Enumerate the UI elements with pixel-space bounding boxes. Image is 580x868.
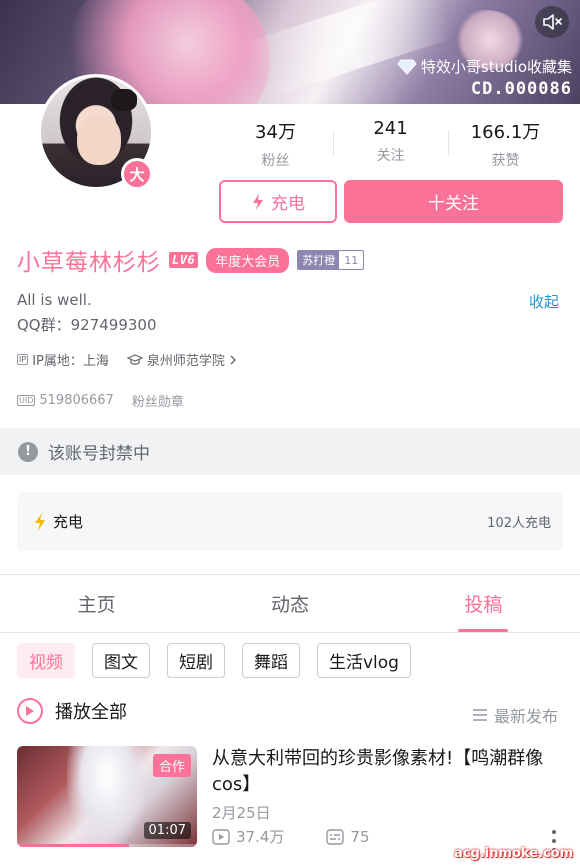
chip-article[interactable]: 图文 [92, 643, 150, 678]
lightning-icon [253, 193, 263, 210]
site-watermark: acg.inmoke.com [454, 846, 574, 861]
charge-card[interactable]: 充电 102人充电 [17, 492, 563, 551]
tab-uploads[interactable]: 投稿 [387, 575, 580, 632]
video-thumbnail[interactable]: 合作 01:07 [17, 746, 197, 847]
fan-medal[interactable]: 苏打橙 11 [297, 250, 365, 270]
uid-icon: UID [17, 395, 36, 406]
ip-icon: IP [17, 354, 29, 365]
divider [0, 632, 580, 633]
name-row: 小草莓林杉杉 LV6 年度大会员 苏打橙 11 [17, 244, 365, 276]
more-dot [552, 839, 556, 843]
lightning-icon [35, 512, 45, 531]
avatar-badge: 大 [121, 158, 153, 190]
chip-video[interactable]: 视频 [17, 643, 75, 678]
speaker-muted-icon [543, 14, 562, 30]
collection-serial: CD.000086 [470, 79, 572, 99]
charge-button-label: 充电 [271, 194, 305, 214]
level-badge: LV6 [169, 252, 199, 268]
username: 小草莓林杉杉 [17, 250, 161, 276]
collab-badge: 合作 [152, 754, 191, 777]
stat-number: 241 [373, 118, 408, 139]
profile-stats: 34万 粉丝 241 关注 166.1万 获赞 [218, 118, 563, 174]
tab-home[interactable]: 主页 [0, 575, 193, 632]
more-dot [552, 830, 556, 834]
medal-level: 11 [339, 253, 364, 267]
content-filter-chips: 视频 图文 短剧 舞蹈 生活vlog [17, 643, 411, 678]
signature-line-2: QQ群：927499300 [17, 316, 157, 334]
video-duration: 01:07 [143, 822, 191, 839]
list-icon [473, 709, 487, 721]
signature-line-1: All is well. [17, 291, 92, 309]
follow-button-label: 十关注 [428, 194, 479, 214]
diamond-icon [397, 59, 417, 75]
play-all-button[interactable]: 播放全部 [17, 698, 127, 724]
video-stats: 37.4万 75 [212, 826, 370, 847]
uid-value[interactable]: 519806667 [39, 393, 113, 408]
stat-label: 粉丝 [261, 153, 290, 169]
play-circle-icon [17, 698, 43, 724]
info-row: IP IP属地：上海 泉州师范学院 [17, 350, 237, 369]
fan-medal-link[interactable]: 粉丝勋章 [132, 391, 184, 410]
chip-short-drama[interactable]: 短剧 [167, 643, 225, 678]
stat-label: 获赞 [491, 153, 520, 169]
view-count: 37.4万 [236, 828, 285, 846]
stat-number: 34万 [255, 122, 296, 143]
tab-dynamic[interactable]: 动态 [193, 575, 386, 632]
sort-label: 最新发布 [494, 707, 559, 726]
watch-progress-fill [17, 844, 129, 847]
video-date: 2月25日 [212, 804, 271, 822]
charge-count: 102人充电 [487, 516, 551, 531]
danmaku-count: 75 [350, 827, 370, 846]
play-count-icon [212, 828, 230, 845]
watch-progress-bar [17, 844, 197, 847]
chip-dance[interactable]: 舞蹈 [242, 643, 300, 678]
graduation-cap-icon [126, 353, 143, 365]
profile-tabs: 主页 动态 投稿 [0, 575, 580, 632]
banned-text: 该账号封禁中 [48, 444, 150, 464]
stat-fans[interactable]: 34万 粉丝 [218, 118, 333, 174]
chip-life-vlog[interactable]: 生活vlog [317, 643, 411, 678]
follow-button[interactable]: 十关注 [344, 180, 563, 223]
medal-name: 苏打橙 [298, 251, 340, 269]
uid-row: UID 519806667 粉丝勋章 [17, 391, 184, 410]
video-title[interactable]: 从意大利带回的珍贵影像素材!【鸣潮群像cos】 [212, 746, 562, 798]
banned-notice: ! 该账号封禁中 [0, 428, 580, 475]
charge-card-title: 充电 [53, 513, 84, 531]
charge-button[interactable]: 充电 [219, 180, 337, 223]
school-link[interactable]: 泉州师范学院 [147, 350, 225, 369]
collection-label: 特效小哥studio收藏集 [420, 58, 572, 76]
stat-label: 关注 [376, 148, 405, 164]
chevron-right-icon [230, 355, 236, 364]
stat-number: 166.1万 [470, 122, 541, 143]
collapse-link[interactable]: 收起 [529, 291, 559, 312]
ip-location: IP属地：上海 [32, 354, 109, 369]
warning-icon: ! [18, 441, 38, 462]
collection-tag[interactable]: 特效小哥studio收藏集 CD.000086 [397, 56, 572, 99]
sort-selector[interactable]: 最新发布 [472, 703, 558, 727]
stat-likes[interactable]: 166.1万 获赞 [448, 118, 563, 174]
mute-button[interactable] [535, 6, 569, 38]
vip-badge[interactable]: 年度大会员 [206, 247, 290, 273]
danmaku-icon [326, 828, 345, 845]
play-all-label: 播放全部 [55, 702, 127, 723]
stat-following[interactable]: 241 关注 [333, 118, 448, 174]
